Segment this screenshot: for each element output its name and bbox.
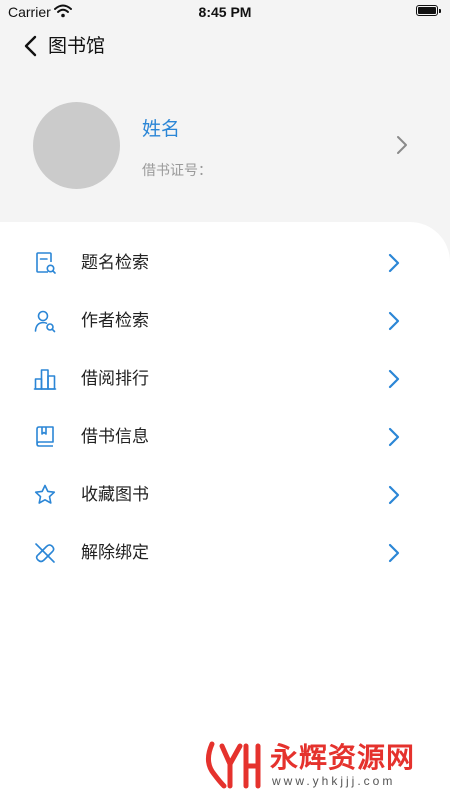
person-search-icon (34, 310, 56, 333)
menu-item-label: 解除绑定 (81, 543, 149, 563)
book-icon (36, 426, 54, 447)
chevron-right-icon (388, 311, 400, 331)
menu-card: 题名检索 作者检索 借阅排行 借书信息 收藏图书 解除绑定 (0, 222, 450, 800)
battery-icon (416, 5, 441, 16)
menu-item-author-search[interactable]: 作者检索 (0, 292, 450, 350)
chevron-right-icon (388, 485, 400, 505)
nav-bar: 图书馆 (0, 28, 450, 64)
status-time: 8:45 PM (198, 4, 252, 20)
chevron-right-icon (388, 427, 400, 447)
chevron-right-icon (388, 369, 400, 389)
menu-item-label: 作者检索 (81, 311, 149, 331)
menu-item-borrow-ranking[interactable]: 借阅排行 (0, 350, 450, 408)
watermark-brand: 永辉资源网 (270, 741, 416, 774)
menu-item-label: 题名检索 (81, 253, 149, 273)
star-icon (34, 484, 56, 504)
menu-item-borrow-info[interactable]: 借书信息 (0, 408, 450, 466)
back-arrow-icon[interactable] (20, 34, 44, 58)
page-title: 图书馆 (48, 35, 106, 57)
chevron-right-icon (388, 253, 400, 273)
watermark-logo-icon (206, 741, 261, 789)
library-card-label: 借书证号： (142, 163, 212, 179)
menu-item-label: 借书信息 (81, 427, 149, 447)
chevron-right-icon[interactable] (392, 134, 412, 156)
profile-header[interactable]: 姓名 借书证号： (0, 90, 450, 200)
chevron-right-icon (388, 543, 400, 563)
profile-name: 姓名 (142, 118, 181, 140)
menu-item-favorite-books[interactable]: 收藏图书 (0, 466, 450, 524)
status-bar: Carrier 8:45 PM (0, 0, 450, 24)
bar-chart-icon (33, 369, 57, 390)
menu-item-label: 收藏图书 (81, 485, 149, 505)
unlink-icon (35, 543, 55, 563)
book-search-icon (36, 252, 56, 274)
menu-item-title-search[interactable]: 题名检索 (0, 234, 450, 292)
menu-item-label: 借阅排行 (81, 369, 149, 389)
watermark: 永辉资源网 www.yhkjjj.com (200, 740, 436, 790)
avatar[interactable] (33, 102, 120, 189)
menu-item-unbind[interactable]: 解除绑定 (0, 524, 450, 582)
watermark-site: www.yhkjjj.com (272, 774, 396, 788)
